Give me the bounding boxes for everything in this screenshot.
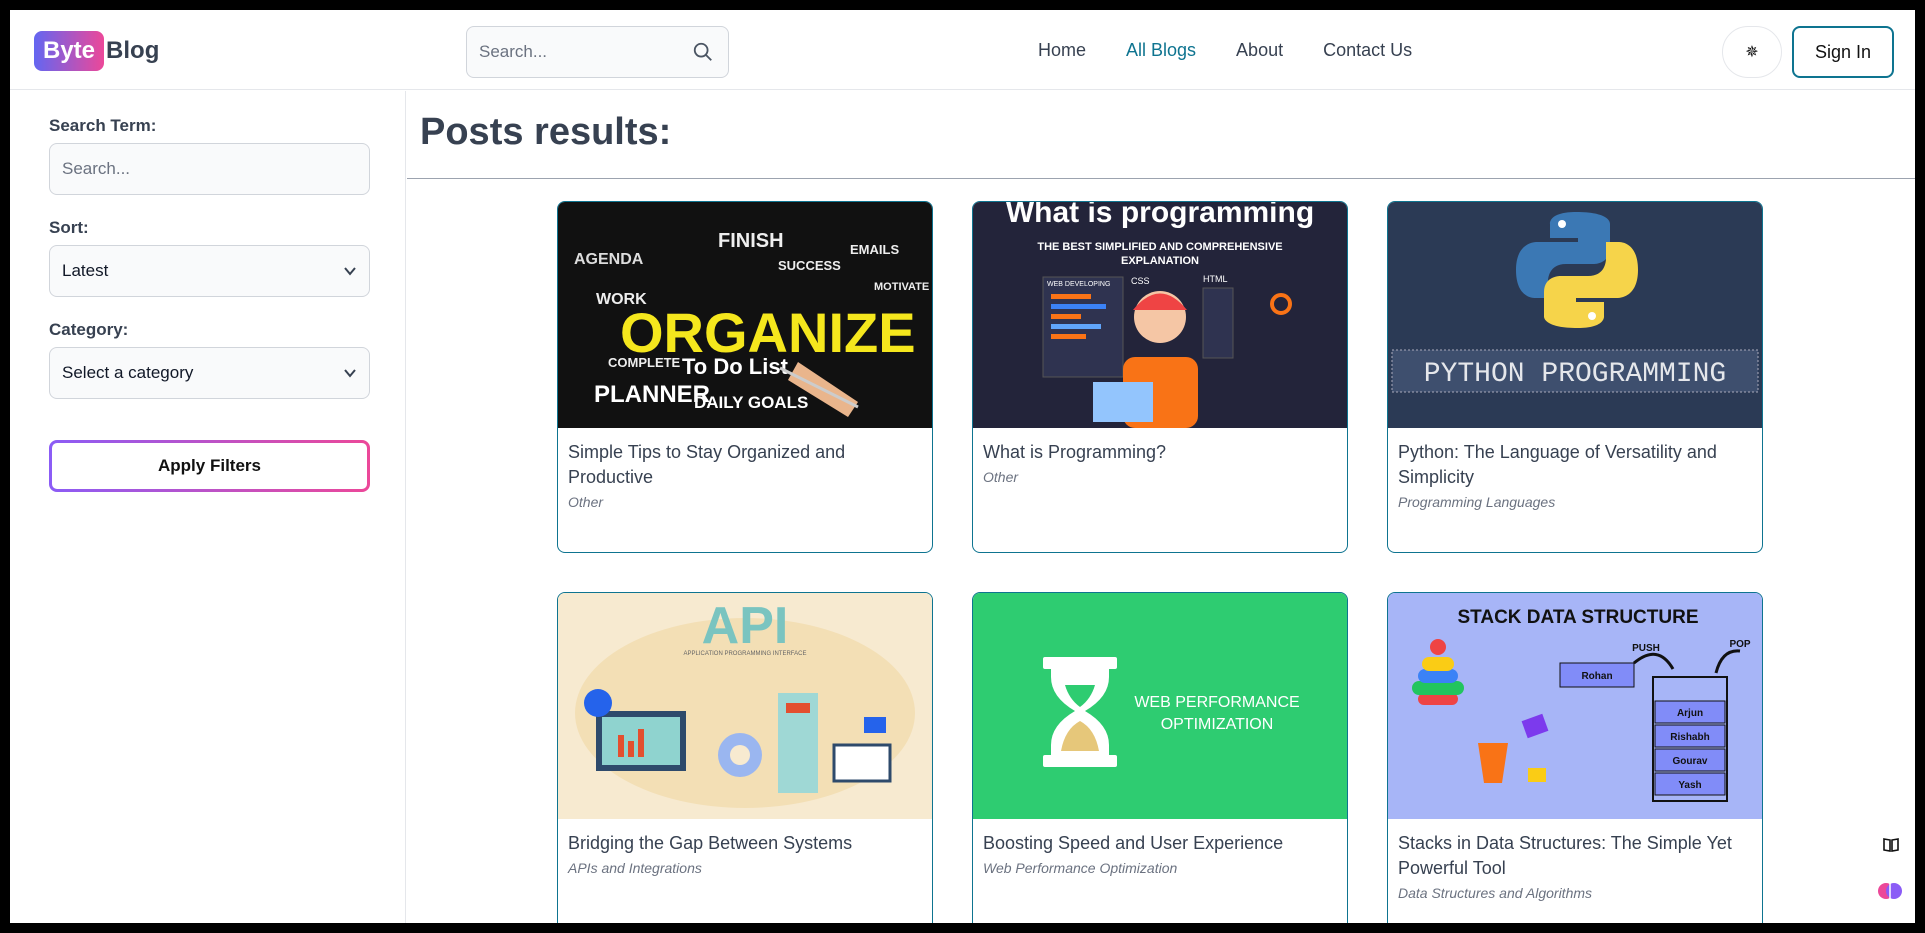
post-title[interactable]: Boosting Speed and User Experience bbox=[983, 831, 1337, 856]
image-heading: What is programming bbox=[1006, 202, 1314, 229]
image-title-web-performance: WEB PERFORMANCE bbox=[1134, 694, 1299, 711]
python-illustration: PYTHON PROGRAMMING bbox=[1391, 212, 1759, 393]
post-category: Programming Languages bbox=[1398, 494, 1556, 510]
post-card[interactable]: AGENDA WORK FINISH SUCCESS EMAILS MOTIVA… bbox=[557, 201, 933, 553]
post-image-organize: AGENDA WORK FINISH SUCCESS EMAILS MOTIVA… bbox=[558, 202, 932, 428]
brain-icon[interactable] bbox=[1876, 877, 1904, 905]
nav-home[interactable]: Home bbox=[1038, 40, 1086, 61]
posts-grid: AGENDA WORK FINISH SUCCESS EMAILS MOTIVA… bbox=[557, 201, 1763, 923]
post-category: Data Structures and Algorithms bbox=[1398, 885, 1593, 901]
post-title[interactable]: Stacks in Data Structures: The Simple Ye… bbox=[1398, 831, 1752, 881]
image-label-html: HTML bbox=[1203, 274, 1228, 284]
post-card[interactable]: PYTHON PROGRAMMING Python: The Language … bbox=[1387, 201, 1763, 553]
theme-toggle-button[interactable]: ✵ bbox=[1722, 26, 1782, 78]
stack-item-arjun: Arjun bbox=[1677, 708, 1703, 719]
search-term-input[interactable] bbox=[62, 159, 357, 179]
stack-illustration: STACK DATA STRUCTURE Rohan PUSH POP Arju… bbox=[1412, 607, 1751, 802]
image-word-todo: To Do List bbox=[682, 354, 789, 379]
nav-about[interactable]: About bbox=[1236, 40, 1283, 61]
post-card[interactable]: API APPLICATION PROGRAMMING INTERFACE Br… bbox=[557, 592, 933, 923]
post-title[interactable]: Simple Tips to Stay Organized and Produc… bbox=[568, 440, 922, 490]
nav-all-blogs[interactable]: All Blogs bbox=[1126, 40, 1196, 61]
image-subheading-2: EXPLANATION bbox=[1121, 255, 1199, 267]
sign-in-button[interactable]: Sign In bbox=[1792, 26, 1894, 78]
post-title[interactable]: Python: The Language of Versatility and … bbox=[1398, 440, 1752, 490]
post-image-stack: STACK DATA STRUCTURE Rohan PUSH POP Arju… bbox=[1388, 593, 1762, 819]
sort-value: Latest bbox=[62, 261, 109, 280]
sort-select[interactable]: Latest bbox=[49, 245, 370, 297]
post-card[interactable]: What is programming THE BEST SIMPLIFIED … bbox=[972, 201, 1348, 553]
stack-item-yash: Yash bbox=[1678, 780, 1701, 791]
site-logo[interactable]: Byte Blog bbox=[34, 31, 159, 71]
post-category: APIs and Integrations bbox=[568, 860, 702, 876]
image-title-python: PYTHON PROGRAMMING bbox=[1424, 359, 1726, 390]
main-nav: Home All Blogs About Contact Us bbox=[1038, 40, 1412, 61]
image-label-web-developing: WEB DEVELOPING bbox=[1047, 281, 1110, 288]
book-icon[interactable] bbox=[1882, 836, 1900, 854]
logo-text: Blog bbox=[106, 37, 160, 64]
header-search bbox=[466, 26, 729, 78]
stack-label-pop: POP bbox=[1729, 639, 1750, 650]
organize-illustration: AGENDA WORK FINISH SUCCESS EMAILS MOTIVA… bbox=[574, 230, 929, 417]
image-title-stack: STACK DATA STRUCTURE bbox=[1458, 607, 1699, 628]
logo-badge: Byte bbox=[34, 31, 105, 71]
filter-sidebar: Search Term: Sort: Latest Category: Sele… bbox=[10, 91, 406, 923]
post-category: Other bbox=[983, 469, 1019, 485]
image-word-success: SUCCESS bbox=[778, 258, 841, 273]
post-image-api: API APPLICATION PROGRAMMING INTERFACE bbox=[558, 593, 932, 819]
image-label-css: CSS bbox=[1131, 276, 1150, 286]
page-title: Posts results: bbox=[420, 111, 672, 153]
stack-item-rohan: Rohan bbox=[1581, 671, 1612, 682]
posts-main: Posts results: AGENDA WORK FINISH SUCCES… bbox=[407, 91, 1915, 923]
image-word-complete: COMPLETE bbox=[608, 355, 681, 370]
stack-item-gourav: Gourav bbox=[1672, 756, 1707, 767]
post-card[interactable]: STACK DATA STRUCTURE Rohan PUSH POP Arju… bbox=[1387, 592, 1763, 923]
image-word-finish: FINISH bbox=[718, 230, 784, 252]
category-label: Category: bbox=[49, 320, 129, 339]
programming-illustration: What is programming THE BEST SIMPLIFIED … bbox=[1006, 202, 1314, 428]
header-search-input[interactable] bbox=[467, 27, 677, 77]
image-subheading: THE BEST SIMPLIFIED AND COMPREHENSIVE bbox=[1037, 241, 1282, 253]
post-title[interactable]: What is Programming? bbox=[983, 440, 1337, 465]
stack-item-rishabh: Rishabh bbox=[1670, 732, 1709, 743]
category-value: Select a category bbox=[62, 363, 194, 382]
apply-filters-button[interactable]: Apply Filters bbox=[49, 440, 370, 492]
image-title-api: API bbox=[702, 597, 789, 655]
image-subtitle-api: APPLICATION PROGRAMMING INTERFACE bbox=[684, 651, 807, 657]
post-image-web-performance: WEB PERFORMANCE OPTIMIZATION bbox=[973, 593, 1347, 819]
search-icon[interactable] bbox=[692, 41, 714, 63]
chevron-down-icon bbox=[344, 267, 356, 276]
image-word-agenda: AGENDA bbox=[574, 251, 644, 268]
sun-icon: ✵ bbox=[1745, 44, 1759, 61]
post-image-programming: What is programming THE BEST SIMPLIFIED … bbox=[973, 202, 1347, 428]
hourglass-illustration: WEB PERFORMANCE OPTIMIZATION bbox=[1043, 657, 1300, 767]
sort-label: Sort: bbox=[49, 218, 89, 237]
post-card[interactable]: WEB PERFORMANCE OPTIMIZATION Boosting Sp… bbox=[972, 592, 1348, 923]
category-select[interactable]: Select a category bbox=[49, 347, 370, 399]
post-image-python: PYTHON PROGRAMMING bbox=[1388, 202, 1762, 428]
image-word-daily-goals: DAILY GOALS bbox=[694, 393, 808, 412]
nav-contact-us[interactable]: Contact Us bbox=[1323, 40, 1412, 61]
search-term-field bbox=[49, 143, 370, 195]
image-word-planner: PLANNER bbox=[594, 381, 710, 408]
post-category: Web Performance Optimization bbox=[983, 860, 1178, 876]
divider bbox=[407, 178, 1915, 179]
app-window: Byte Blog Home All Blogs About Contact U… bbox=[10, 10, 1915, 923]
post-title[interactable]: Bridging the Gap Between Systems bbox=[568, 831, 922, 856]
image-title-optimization: OPTIMIZATION bbox=[1161, 716, 1274, 733]
image-word-emails: EMAILS bbox=[850, 242, 899, 257]
api-illustration: API APPLICATION PROGRAMMING INTERFACE bbox=[575, 597, 915, 808]
image-word-motivate: MOTIVATE bbox=[874, 281, 929, 293]
top-navbar: Byte Blog Home All Blogs About Contact U… bbox=[10, 10, 1915, 90]
post-category: Other bbox=[568, 494, 604, 510]
stack-label-push: PUSH bbox=[1632, 643, 1660, 654]
chevron-down-icon bbox=[344, 369, 356, 378]
search-term-label: Search Term: bbox=[49, 116, 157, 135]
